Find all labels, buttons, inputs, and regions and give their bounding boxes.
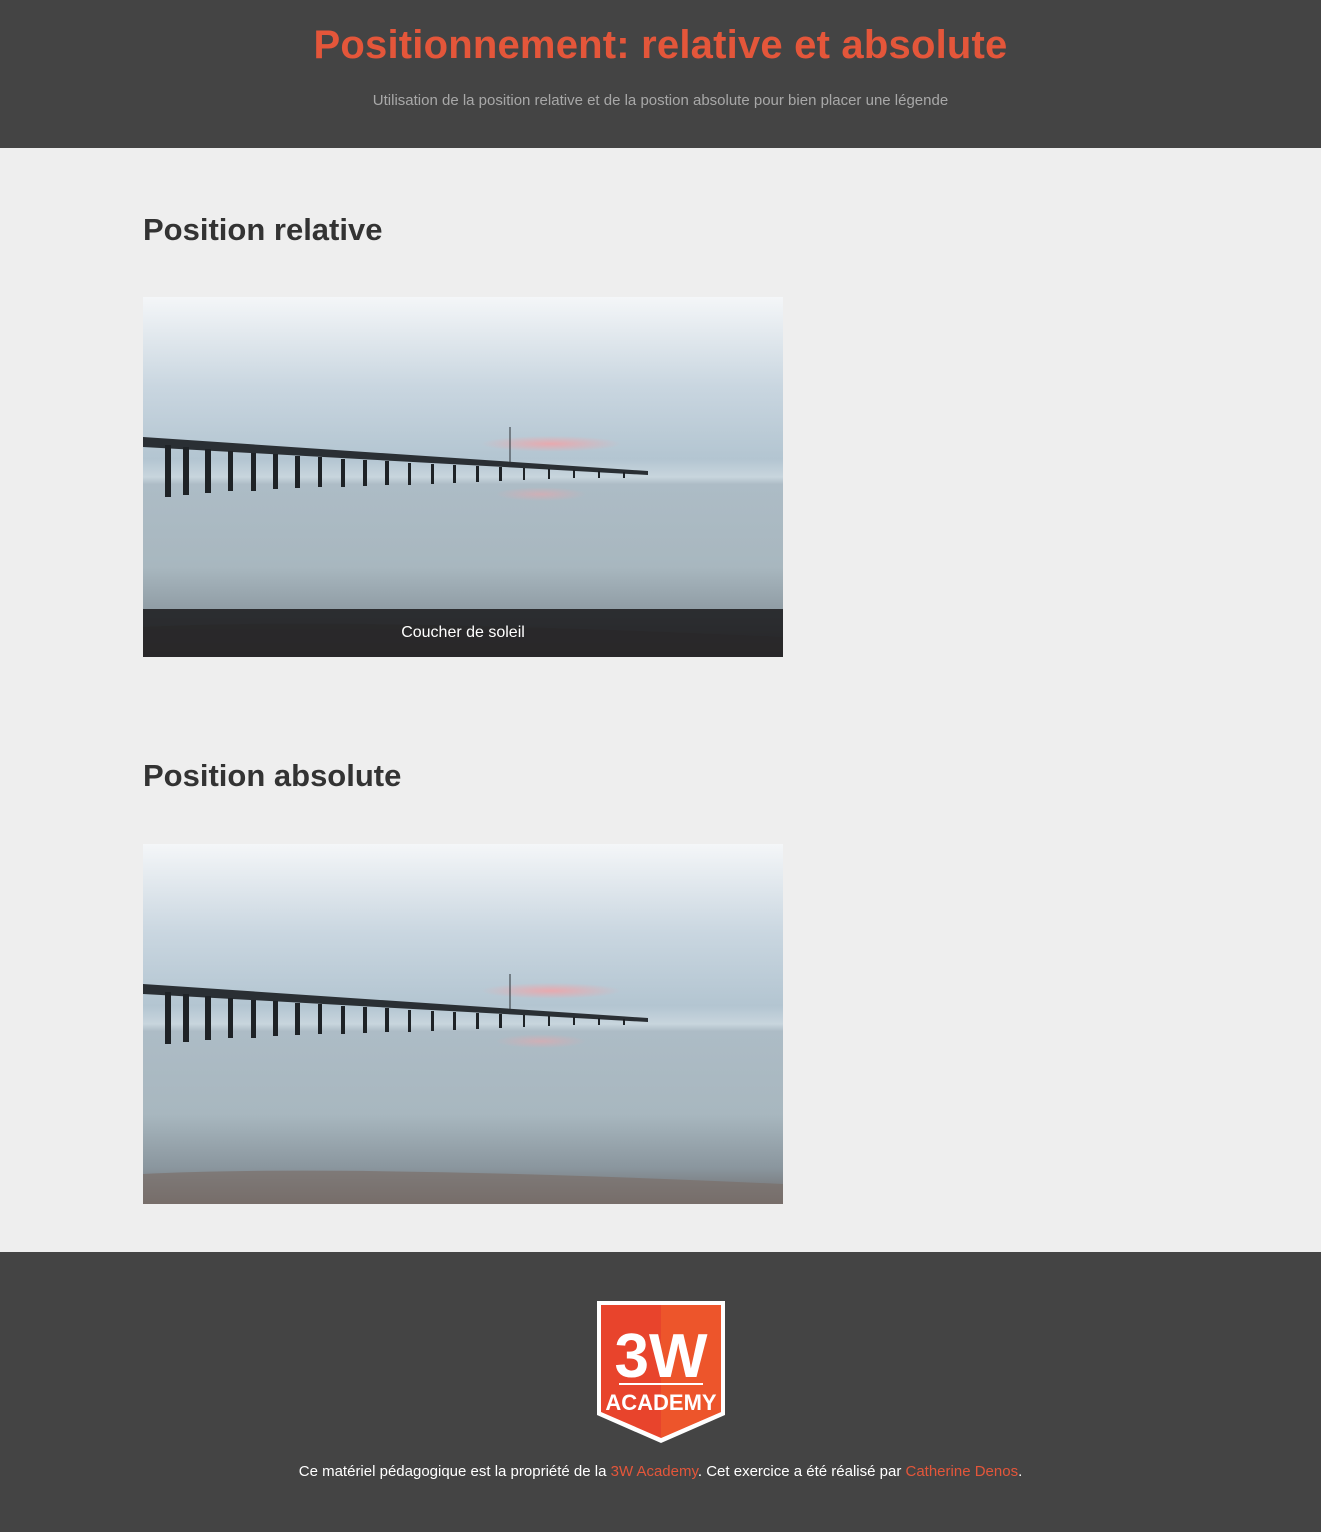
svg-text:3W: 3W	[615, 1322, 708, 1391]
page-subtitle: Utilisation de la position relative et d…	[372, 92, 949, 109]
page-title: Positionnement: relative et absolute	[313, 23, 1008, 67]
section-title-relative: Position relative	[143, 212, 383, 247]
page-footer: 3W ACADEMY Ce matériel pédagogique est l…	[0, 1252, 1321, 1532]
svg-text:ACADEMY: ACADEMY	[605, 1390, 717, 1415]
section-title-absolute: Position absolute	[143, 758, 402, 793]
author-link[interactable]: Catherine Denos	[906, 1463, 1019, 1480]
figure-absolute	[143, 844, 783, 1204]
figure-caption: Coucher de soleil	[143, 609, 783, 657]
page-header: Positionnement: relative et absolute Uti…	[0, 0, 1321, 148]
3w-academy-link[interactable]: 3W Academy	[611, 1463, 698, 1480]
pier-photo	[143, 844, 783, 1204]
3w-academy-logo[interactable]: 3W ACADEMY	[595, 1299, 727, 1445]
main-content: Position relative Coucher de soleil Posi…	[0, 148, 1321, 1252]
figure-relative: Coucher de soleil	[143, 297, 783, 657]
footer-credits: Ce matériel pédagogique est la propriété…	[298, 1463, 1023, 1480]
pier-photo	[143, 297, 783, 657]
